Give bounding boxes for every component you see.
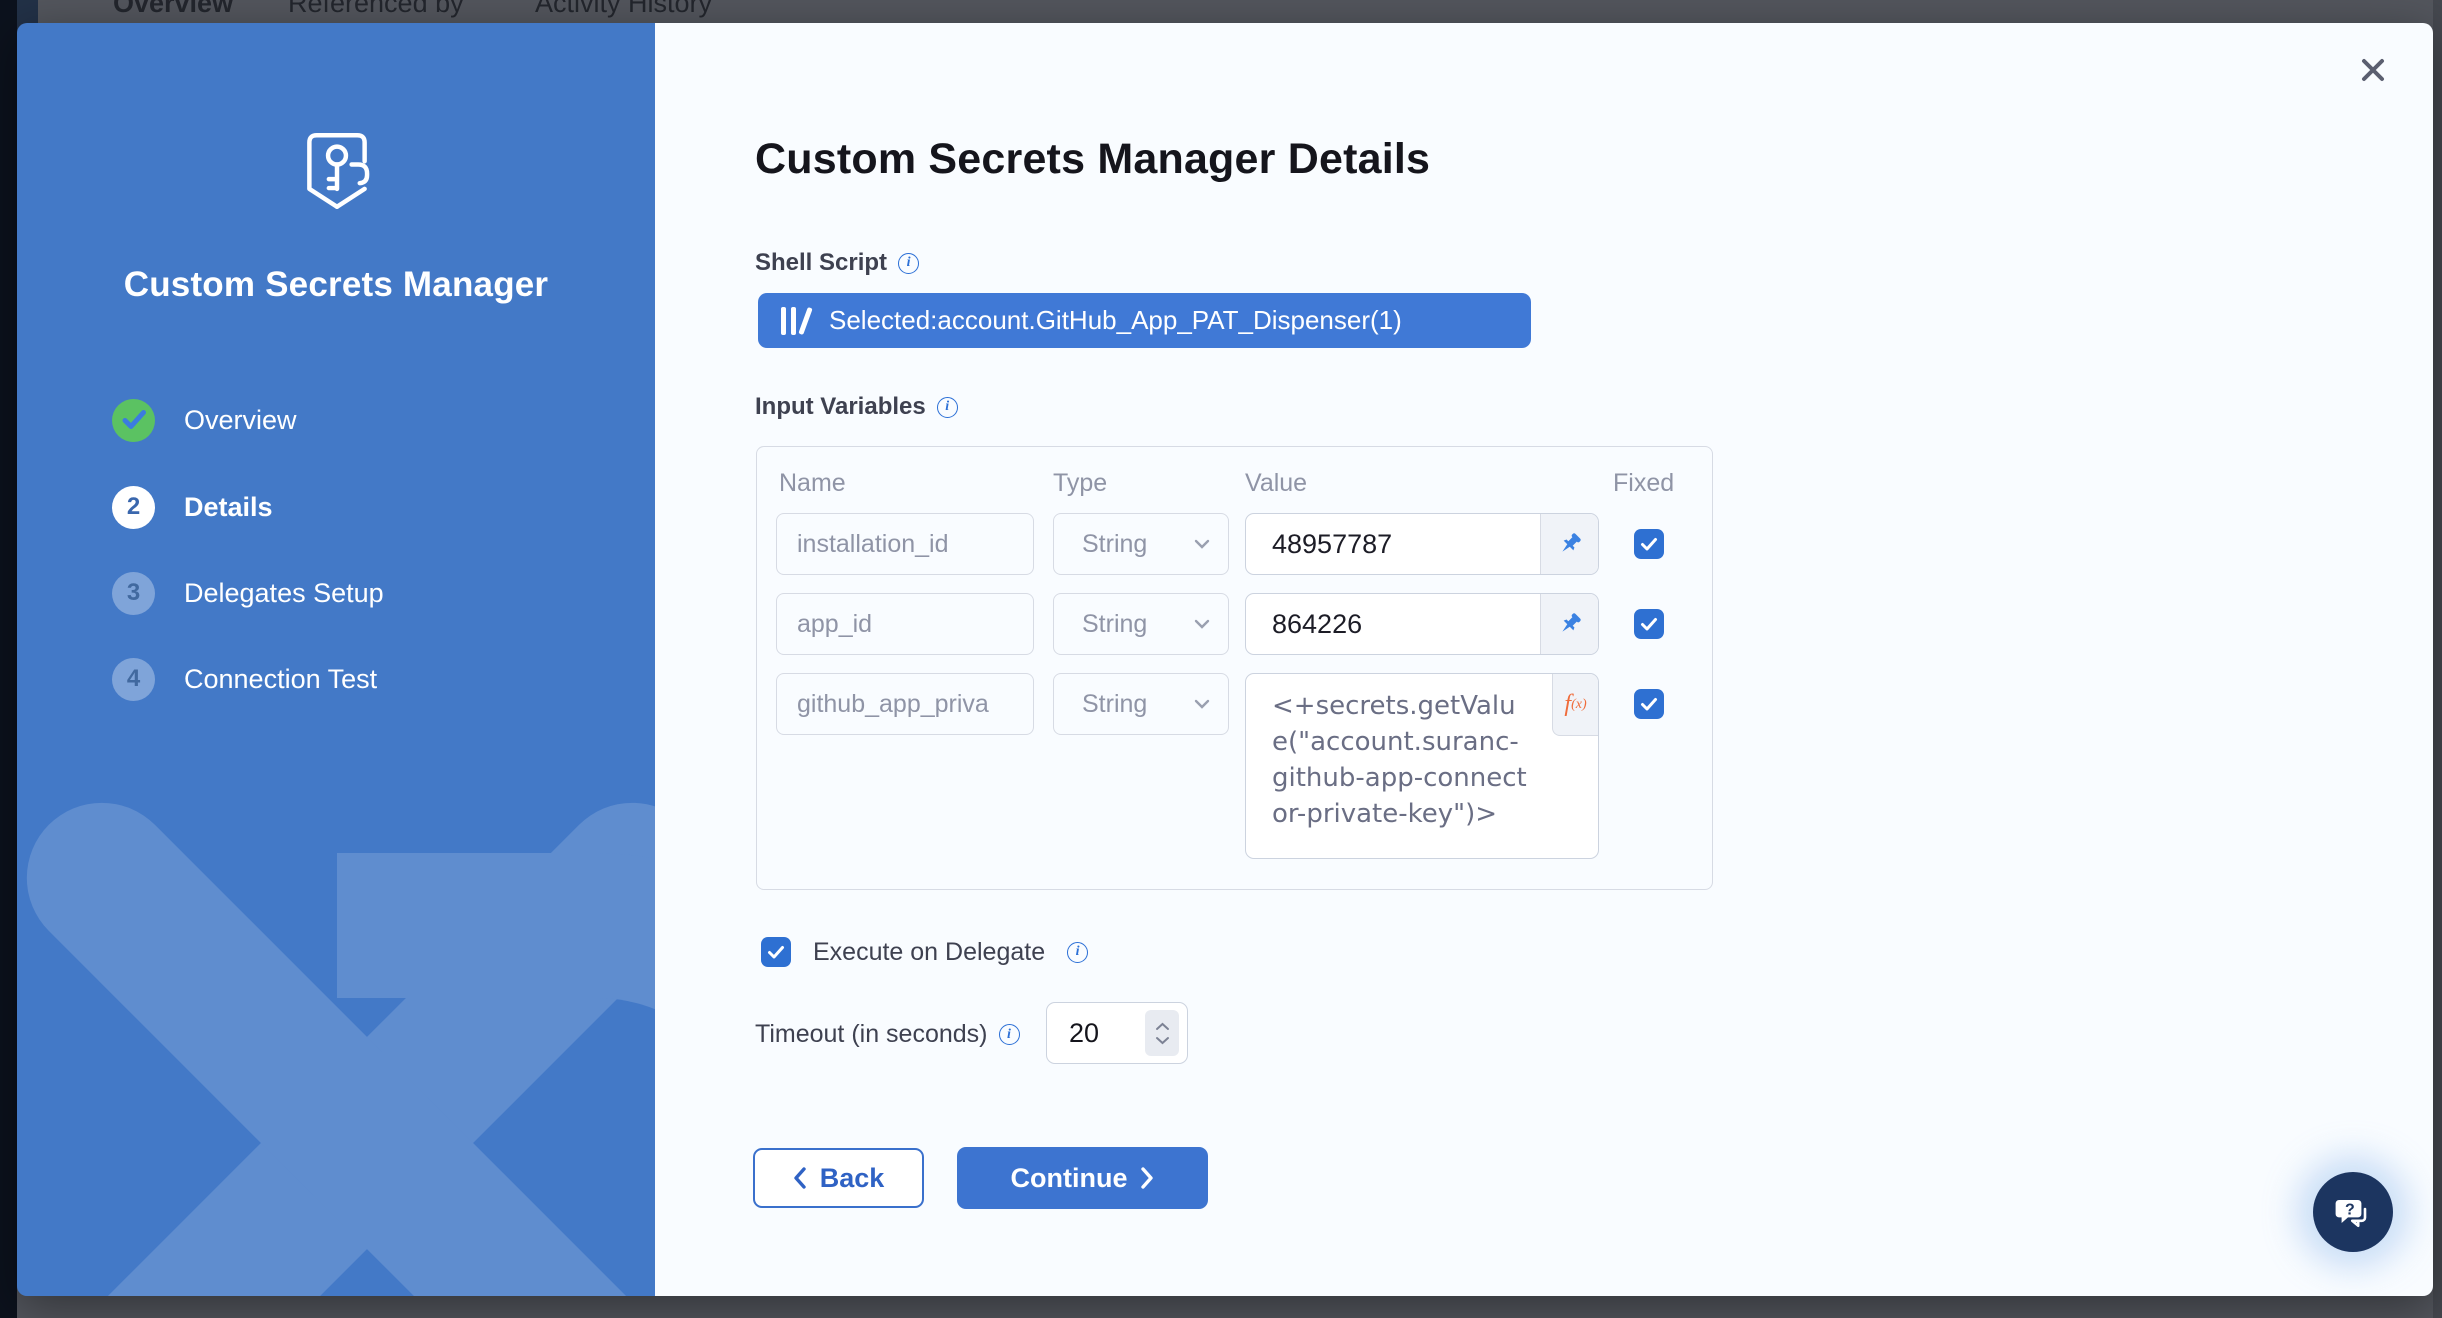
wizard-step-details[interactable]: 2 Details [112,485,273,529]
fixed-value-pin-button[interactable] [1540,514,1598,574]
step-label: Connection Test [184,664,377,695]
var-value-group: 48957787 [1245,513,1599,575]
background-nav-rail [0,0,17,1318]
var-type-value: String [1082,690,1147,719]
var-name-input[interactable]: github_app_priva [776,673,1034,735]
check-icon [1640,697,1658,712]
help-chat-icon: ? [2330,1189,2376,1235]
background-right-edge [2433,0,2442,1318]
info-icon[interactable]: i [1067,942,1088,963]
svg-text:?: ? [2345,1202,2355,1219]
check-icon [1640,537,1658,552]
column-header-name: Name [779,469,846,498]
step-number: 4 [112,658,155,701]
fx-icon-sub: (x) [1571,697,1587,713]
input-variables-table: Name Type Value Fixed installation_id St… [756,446,1713,890]
wizard-sidebar: Custom Secrets Manager Overview 2 Detail… [17,23,655,1296]
input-variables-label: Input Variables [755,393,926,421]
chevron-down-icon [1155,1036,1170,1045]
screen: Overview Referenced by Activity History … [0,0,2442,1318]
timeout-input-group: 20 [1046,1002,1188,1064]
chevron-down-icon [1194,619,1210,629]
column-header-value: Value [1245,469,1307,498]
chevron-left-icon [793,1167,806,1189]
timeout-input[interactable]: 20 [1047,1018,1145,1049]
tab-activity-history[interactable]: Activity History [535,0,712,23]
secrets-manager-shield-key-icon [298,127,376,215]
var-type-value: String [1082,530,1147,559]
var-type-select[interactable]: String [1053,593,1229,655]
execute-on-delegate-row: Execute on Delegate i [761,937,1088,967]
tab-overview[interactable]: Overview [113,0,233,23]
column-header-type: Type [1053,469,1107,498]
var-type-select[interactable]: String [1053,673,1229,735]
chevron-down-icon [1194,699,1210,709]
continue-button-label: Continue [1011,1163,1128,1194]
wizard-step-connection-test[interactable]: 4 Connection Test [112,657,377,701]
chevron-up-icon [1155,1022,1170,1031]
chevron-right-icon [1141,1167,1154,1189]
fixed-checkbox[interactable] [1634,609,1664,639]
info-icon[interactable]: i [999,1024,1020,1045]
wizard-step-overview[interactable]: Overview [112,398,297,442]
fixed-checkbox[interactable] [1634,689,1664,719]
wizard-content: Custom Secrets Manager Details Shell Scr… [655,23,2433,1296]
timeout-label-row: Timeout (in seconds) i [755,1020,1020,1049]
timeout-stepper[interactable] [1145,1010,1179,1056]
wizard-title: Custom Secrets Manager [17,265,655,305]
pin-icon [1556,530,1584,558]
execute-on-delegate-checkbox[interactable] [761,937,791,967]
help-chat-button[interactable]: ? [2313,1172,2393,1252]
tab-referenced-by[interactable]: Referenced by [288,0,464,23]
column-header-fixed: Fixed [1613,469,1674,498]
var-value-group: <+secrets.getValue("account.suranc-githu… [1245,673,1599,859]
shell-script-label: Shell Script [755,249,887,277]
fixed-checkbox[interactable] [1634,529,1664,559]
execute-on-delegate-label: Execute on Delegate [813,938,1045,967]
step-label: Delegates Setup [184,578,384,609]
step-label: Overview [184,405,297,436]
secrets-manager-wizard-dialog: Custom Secrets Manager Overview 2 Detail… [17,23,2433,1296]
step-label: Details [184,492,273,523]
var-value-input[interactable]: 48957787 [1246,514,1540,574]
info-icon[interactable]: i [937,397,958,418]
step-complete-check-icon [112,399,155,442]
background-tabbar: Overview Referenced by Activity History [38,0,2442,23]
check-icon [767,945,785,960]
harness-logo-watermark [337,853,655,1296]
chevron-down-icon [1194,539,1210,549]
var-type-value: String [1082,610,1147,639]
step-number: 3 [112,572,155,615]
pin-icon [1556,610,1584,638]
page-title: Custom Secrets Manager Details [755,135,1430,184]
var-value-input[interactable]: 864226 [1246,594,1540,654]
var-type-select[interactable]: String [1053,513,1229,575]
var-value-expression-input[interactable]: <+secrets.getValue("account.suranc-githu… [1246,674,1598,858]
close-icon[interactable] [2350,47,2396,93]
shell-script-label-row: Shell Script i [755,249,919,277]
timeout-label: Timeout (in seconds) [755,1020,988,1049]
fx-icon: f [1564,691,1571,718]
fixed-value-pin-button[interactable] [1540,594,1598,654]
step-number: 2 [112,486,155,529]
var-value-group: 864226 [1245,593,1599,655]
back-button-label: Back [820,1163,885,1194]
continue-button[interactable]: Continue [957,1147,1208,1209]
wizard-step-delegates-setup[interactable]: 3 Delegates Setup [112,571,384,615]
input-variables-label-row: Input Variables i [755,393,958,421]
expression-fx-button[interactable]: f(x) [1552,674,1598,736]
var-name-input[interactable]: app_id [776,593,1034,655]
template-library-icon [781,306,813,336]
info-icon[interactable]: i [898,253,919,274]
shell-script-selected-chip[interactable]: Selected:account.GitHub_App_PAT_Dispense… [758,293,1531,348]
shell-script-selected-value: Selected:account.GitHub_App_PAT_Dispense… [829,305,1402,336]
var-name-input[interactable]: installation_id [776,513,1034,575]
check-icon [1640,617,1658,632]
back-button[interactable]: Back [753,1148,924,1208]
